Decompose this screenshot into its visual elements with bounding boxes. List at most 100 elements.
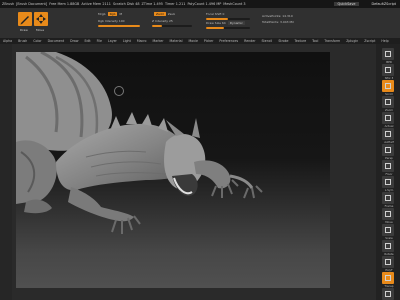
scale-icon [385, 227, 391, 233]
menu-help[interactable]: Help [381, 39, 388, 43]
menu-texture[interactable]: Texture [294, 39, 306, 43]
total-points: TotalPoints: 3.043 Mil [262, 20, 294, 24]
z-intensity-label: Z Intensity 25 [152, 19, 173, 23]
persp-icon [385, 147, 391, 153]
focal-shift-field: Focal Shift 0 [206, 12, 224, 16]
menu-layer[interactable]: Layer [108, 39, 117, 43]
menu-stroke[interactable]: Stroke [278, 39, 288, 43]
move-mode-button[interactable] [34, 12, 48, 26]
rgb-intensity-slider[interactable] [98, 25, 140, 27]
menu-render[interactable]: Render [244, 39, 255, 43]
menu-preferences[interactable]: Preferences [219, 39, 238, 43]
scratch-disk: Scratch Disk 48 [112, 2, 140, 6]
menu-stencil[interactable]: Stencil [262, 39, 273, 43]
menu-material[interactable]: Material [170, 39, 183, 43]
bpr-icon [385, 51, 391, 57]
menu-draw[interactable]: Draw [70, 39, 78, 43]
move-button[interactable] [382, 208, 394, 220]
zadd-toggle[interactable]: Zadd [154, 12, 166, 16]
menu-file[interactable]: File [97, 39, 102, 43]
mrgb-label: Mrgb [98, 12, 106, 16]
frame-button[interactable] [382, 192, 394, 204]
menu-tool[interactable]: Tool [312, 39, 318, 43]
menu-picker[interactable]: Picker [204, 39, 214, 43]
move-mode-label: Move [36, 28, 45, 32]
rgb-intensity-field: Rgb Intensity 100 [98, 19, 125, 23]
left-shelf [0, 44, 12, 300]
menu-document[interactable]: Document [48, 39, 65, 43]
free-mem: Free Mem 1.88GB [49, 2, 80, 6]
polyf-icon [385, 259, 391, 265]
rotate-icon [385, 243, 391, 249]
draw-size-slider[interactable] [206, 27, 250, 29]
menu-marker[interactable]: Marker [153, 39, 164, 43]
poly-count: PolyCount 1.496 MP [187, 2, 222, 6]
scroll-button[interactable] [382, 80, 394, 92]
spix-button[interactable] [382, 64, 394, 76]
menu-light[interactable]: Light [123, 39, 131, 43]
draw-mode-button[interactable] [18, 12, 32, 26]
top-toolbar: Draw Move Mrgb Rgb M Rgb Intensity 100 Z… [0, 8, 400, 38]
lsym-button[interactable] [382, 176, 394, 188]
right-shelf: BPR SPix 3 Scroll Zoom Actual AAHalf Persp Floo… [376, 44, 400, 300]
brush-cursor [114, 86, 124, 96]
rotate-button[interactable] [382, 240, 394, 252]
scale-button[interactable] [382, 224, 394, 236]
zoom-icon [385, 99, 391, 105]
actual-icon [385, 115, 391, 121]
menu-alpha[interactable]: Alpha [3, 39, 12, 43]
focal-shift-slider[interactable] [206, 18, 250, 20]
mesh-count: MeshCount 3 [223, 2, 246, 6]
floor-button[interactable] [382, 160, 394, 172]
title-bar: ZBrush [Brush Document] Free Mem 1.88GB … [0, 0, 400, 8]
app-name: ZBrush [2, 2, 15, 6]
menu-movie[interactable]: Movie [188, 39, 197, 43]
rgb-toggle[interactable]: Rgb [107, 12, 118, 16]
dragon-sculpt [16, 52, 263, 234]
default-zscript-button[interactable]: DefaultZScript [371, 2, 396, 6]
active-points: ActivePoints: 14.310 [262, 14, 293, 18]
transp-button[interactable] [382, 272, 394, 284]
menu-macro[interactable]: Macro [137, 39, 147, 43]
document-name: [Brush Document] [16, 2, 48, 6]
menu-brush[interactable]: Brush [18, 39, 27, 43]
canvas-viewport[interactable] [16, 52, 330, 288]
dynamic-toggle[interactable]: Dynamic [227, 21, 245, 25]
rgb-intensity-label: Rgb Intensity 100 [98, 19, 125, 23]
aahalf-button[interactable] [382, 128, 394, 140]
menu-zscript[interactable]: Zscript [364, 39, 375, 43]
mrgb-group: Mrgb Rgb M [98, 12, 122, 16]
menu-edit[interactable]: Edit [84, 39, 90, 43]
floor-icon [385, 163, 391, 169]
transp-icon [385, 275, 391, 281]
spix-icon [385, 67, 391, 73]
polyf-button[interactable] [382, 256, 394, 268]
active-points-label: ActivePoints: 14.310 [262, 14, 293, 18]
z-intensity-slider[interactable] [152, 25, 192, 27]
quicksave-button[interactable]: QuickSave [333, 2, 360, 6]
z-intensity-field: Z Intensity 25 [152, 19, 173, 23]
draw-size-field: Draw Size 64 Dynamic [206, 21, 247, 25]
timer: Timer 1.211 [164, 2, 186, 6]
scroll-icon [385, 83, 391, 89]
menu-color[interactable]: Color [33, 39, 41, 43]
move-icon [385, 211, 391, 217]
bpr-button[interactable] [382, 48, 394, 60]
menu-zplugin[interactable]: Zplugin [346, 39, 358, 43]
focal-shift-label: Focal Shift 0 [206, 12, 225, 16]
solo-button[interactable] [382, 288, 394, 300]
move-arrows-icon [36, 14, 46, 24]
draw-size-label: Draw Size 64 [206, 21, 226, 25]
m-toggle[interactable]: M [119, 12, 122, 16]
actual-button[interactable] [382, 112, 394, 124]
frame-icon [385, 195, 391, 201]
right-tray [330, 44, 376, 300]
lsym-icon [385, 179, 391, 185]
persp-button[interactable] [382, 144, 394, 156]
zoom-button[interactable] [382, 96, 394, 108]
active-mem: Active Mem 2111 [81, 2, 111, 6]
zsub-toggle[interactable]: Zsub [168, 12, 175, 16]
solo-icon [385, 291, 391, 297]
zadd-group: Zadd Zsub [152, 12, 175, 16]
menu-transform[interactable]: Transform [324, 39, 340, 43]
